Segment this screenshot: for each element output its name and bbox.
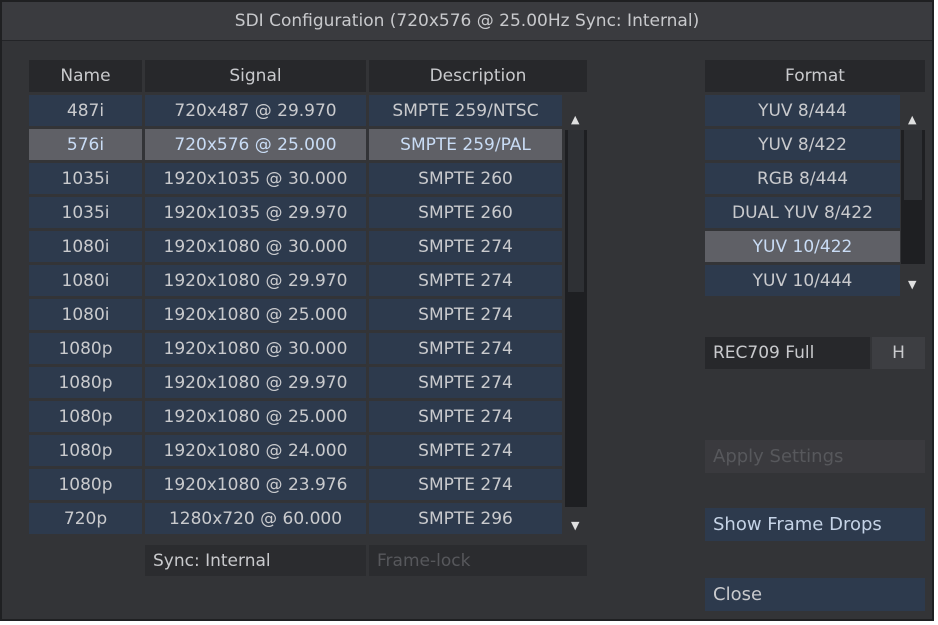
format-list-item[interactable]: YUV 8/422 <box>705 129 900 160</box>
table-cell-name[interactable]: 720p <box>29 503 142 534</box>
table-cell-description[interactable]: SMPTE 274 <box>369 333 562 364</box>
table-scroll-down-icon[interactable]: ▼ <box>571 520 579 531</box>
table-cell-name[interactable]: 487i <box>29 95 142 126</box>
format-scrollbar[interactable] <box>901 130 925 264</box>
sdi-configuration-dialog: SDI Configuration (720x576 @ 25.00Hz Syn… <box>0 0 934 621</box>
table-cell-name[interactable]: 1080p <box>29 367 142 398</box>
table-cell-signal[interactable]: 1920x1080 @ 29.970 <box>145 265 366 296</box>
format-scroll-up-icon[interactable]: ▲ <box>908 114 916 125</box>
table-cell-description[interactable]: SMPTE 274 <box>369 469 562 500</box>
table-cell-signal[interactable]: 1920x1035 @ 29.970 <box>145 197 366 228</box>
table-cell-signal[interactable]: 1280x720 @ 60.000 <box>145 503 366 534</box>
table-scroll-up-icon[interactable]: ▲ <box>571 114 579 125</box>
table-cell-signal[interactable]: 1920x1080 @ 25.000 <box>145 299 366 330</box>
table-cell-name[interactable]: 1080p <box>29 435 142 466</box>
format-list-item[interactable]: YUV 8/444 <box>705 95 900 126</box>
format-list-item[interactable]: YUV 10/444 <box>705 265 900 296</box>
table-cell-signal[interactable]: 1920x1080 @ 25.000 <box>145 401 366 432</box>
table-cell-name[interactable]: 1080p <box>29 469 142 500</box>
close-button[interactable]: Close <box>705 578 925 611</box>
table-cell-signal[interactable]: 720x487 @ 29.970 <box>145 95 366 126</box>
table-cell-description[interactable]: SMPTE 259/NTSC <box>369 95 562 126</box>
table-cell-description[interactable]: SMPTE 296 <box>369 503 562 534</box>
table-scrollbar[interactable] <box>565 130 587 507</box>
table-cell-name[interactable]: 1080i <box>29 265 142 296</box>
table-cell-name[interactable]: 1080i <box>29 299 142 330</box>
window-title: SDI Configuration (720x576 @ 25.00Hz Syn… <box>2 2 932 41</box>
table-scroll-thumb[interactable] <box>568 130 584 292</box>
apply-settings-button[interactable]: Apply Settings <box>705 440 925 473</box>
table-cell-signal[interactable]: 720x576 @ 25.000 <box>145 129 366 160</box>
table-cell-signal[interactable]: 1920x1035 @ 30.000 <box>145 163 366 194</box>
table-cell-name[interactable]: 1080i <box>29 231 142 262</box>
table-cell-description[interactable]: SMPTE 260 <box>369 197 562 228</box>
table-cell-description[interactable]: SMPTE 274 <box>369 265 562 296</box>
table-cell-signal[interactable]: 1920x1080 @ 30.000 <box>145 231 366 262</box>
column-header-signal[interactable]: Signal <box>145 60 366 92</box>
table-cell-signal[interactable]: 1920x1080 @ 29.970 <box>145 367 366 398</box>
table-cell-name[interactable]: 1080p <box>29 401 142 432</box>
table-cell-description[interactable]: SMPTE 259/PAL <box>369 129 562 160</box>
colorspace-label: REC709 Full <box>705 337 870 369</box>
column-header-name[interactable]: Name <box>29 60 142 92</box>
table-cell-description[interactable]: SMPTE 274 <box>369 401 562 432</box>
sync-status-label: Sync: Internal <box>145 545 366 576</box>
table-cell-name[interactable]: 1080p <box>29 333 142 364</box>
show-frame-drops-button[interactable]: Show Frame Drops <box>705 508 925 541</box>
table-cell-description[interactable]: SMPTE 274 <box>369 231 562 262</box>
colorspace-h-button[interactable]: H <box>872 337 925 369</box>
table-cell-description[interactable]: SMPTE 274 <box>369 367 562 398</box>
table-cell-name[interactable]: 576i <box>29 129 142 160</box>
table-cell-description[interactable]: SMPTE 274 <box>369 299 562 330</box>
table-cell-signal[interactable]: 1920x1080 @ 24.000 <box>145 435 366 466</box>
format-list-item[interactable]: YUV 10/422 <box>705 231 900 262</box>
format-scroll-down-icon[interactable]: ▼ <box>908 279 916 290</box>
table-cell-description[interactable]: SMPTE 274 <box>369 435 562 466</box>
format-list-item[interactable]: RGB 8/444 <box>705 163 900 194</box>
table-cell-description[interactable]: SMPTE 260 <box>369 163 562 194</box>
format-list-item[interactable]: DUAL YUV 8/422 <box>705 197 900 228</box>
table-cell-name[interactable]: 1035i <box>29 163 142 194</box>
table-cell-name[interactable]: 1035i <box>29 197 142 228</box>
format-column-header: Format <box>705 60 925 92</box>
format-scroll-thumb[interactable] <box>904 130 922 200</box>
table-cell-signal[interactable]: 1920x1080 @ 23.976 <box>145 469 366 500</box>
table-cell-signal[interactable]: 1920x1080 @ 30.000 <box>145 333 366 364</box>
frame-lock-toggle[interactable]: Frame-lock <box>369 545 587 576</box>
column-header-description[interactable]: Description <box>369 60 587 92</box>
